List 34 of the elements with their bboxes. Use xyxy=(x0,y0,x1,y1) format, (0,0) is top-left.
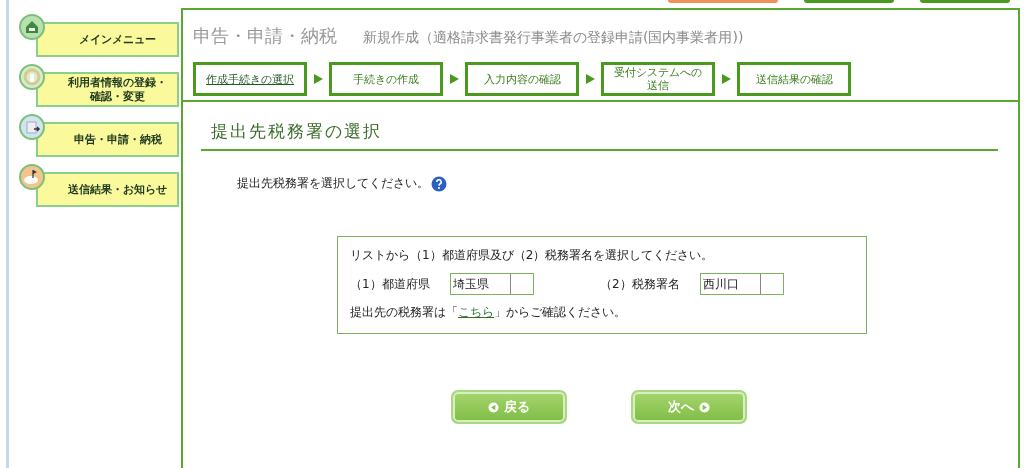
link[interactable]: こちら xyxy=(458,305,494,319)
flag-icon xyxy=(19,164,45,190)
note-text: 提出先の税務署は「こちら」からご確認ください。 xyxy=(350,304,627,321)
page-title: 申告・申請・納税 xyxy=(193,24,337,48)
prompt-text: リストから（1）都道府県及び（2）税務署名を選択してください。 xyxy=(350,247,715,264)
instruction-text: 提出先税務署を選択してください。 xyxy=(237,175,429,192)
arrow-icon xyxy=(313,74,323,84)
dropdown-field[interactable]: 西川口 xyxy=(700,273,784,295)
field-label: （2）税務署名 xyxy=(600,275,681,293)
top-tab[interactable] xyxy=(668,0,778,3)
arrow-icon xyxy=(449,74,459,84)
house-icon xyxy=(19,14,45,40)
ring-icon xyxy=(19,64,45,90)
help-icon[interactable] xyxy=(431,175,447,192)
sidebar-item[interactable]: 利用者情報の登録・ 確認・変更 xyxy=(36,72,179,107)
dropdown-field[interactable]: 埼玉県 xyxy=(450,273,534,295)
step-tab[interactable]: 入力内容の確認 xyxy=(465,62,579,96)
step-tab[interactable]: 受付システムへの 送信 xyxy=(601,62,715,96)
right-arrow-icon xyxy=(699,401,710,413)
step-tab[interactable]: 作成手続きの選択 xyxy=(193,62,307,96)
arrow-icon xyxy=(585,74,595,84)
section-heading: 提出先税務署の選択 xyxy=(201,120,998,151)
step-tab[interactable]: 手続きの作成 xyxy=(329,62,443,96)
arrow-icon xyxy=(721,74,731,84)
page-subtitle: 新規作成（適格請求書発行事業者の登録申請(国内事業者用)) xyxy=(363,29,744,47)
top-tab[interactable] xyxy=(804,0,894,3)
sidebar-item[interactable]: 申告・申請・納税 xyxy=(36,122,179,157)
left-arrow-icon xyxy=(488,401,499,413)
document-icon xyxy=(19,114,45,140)
step-tab[interactable]: 送信結果の確認 xyxy=(737,62,851,96)
field-label: （1）都道府県 xyxy=(350,275,431,293)
sidebar-item[interactable]: 送信結果・お知らせ xyxy=(36,172,179,207)
top-tab[interactable] xyxy=(920,0,1010,3)
sidebar-item[interactable]: メインメニュー xyxy=(36,22,179,57)
